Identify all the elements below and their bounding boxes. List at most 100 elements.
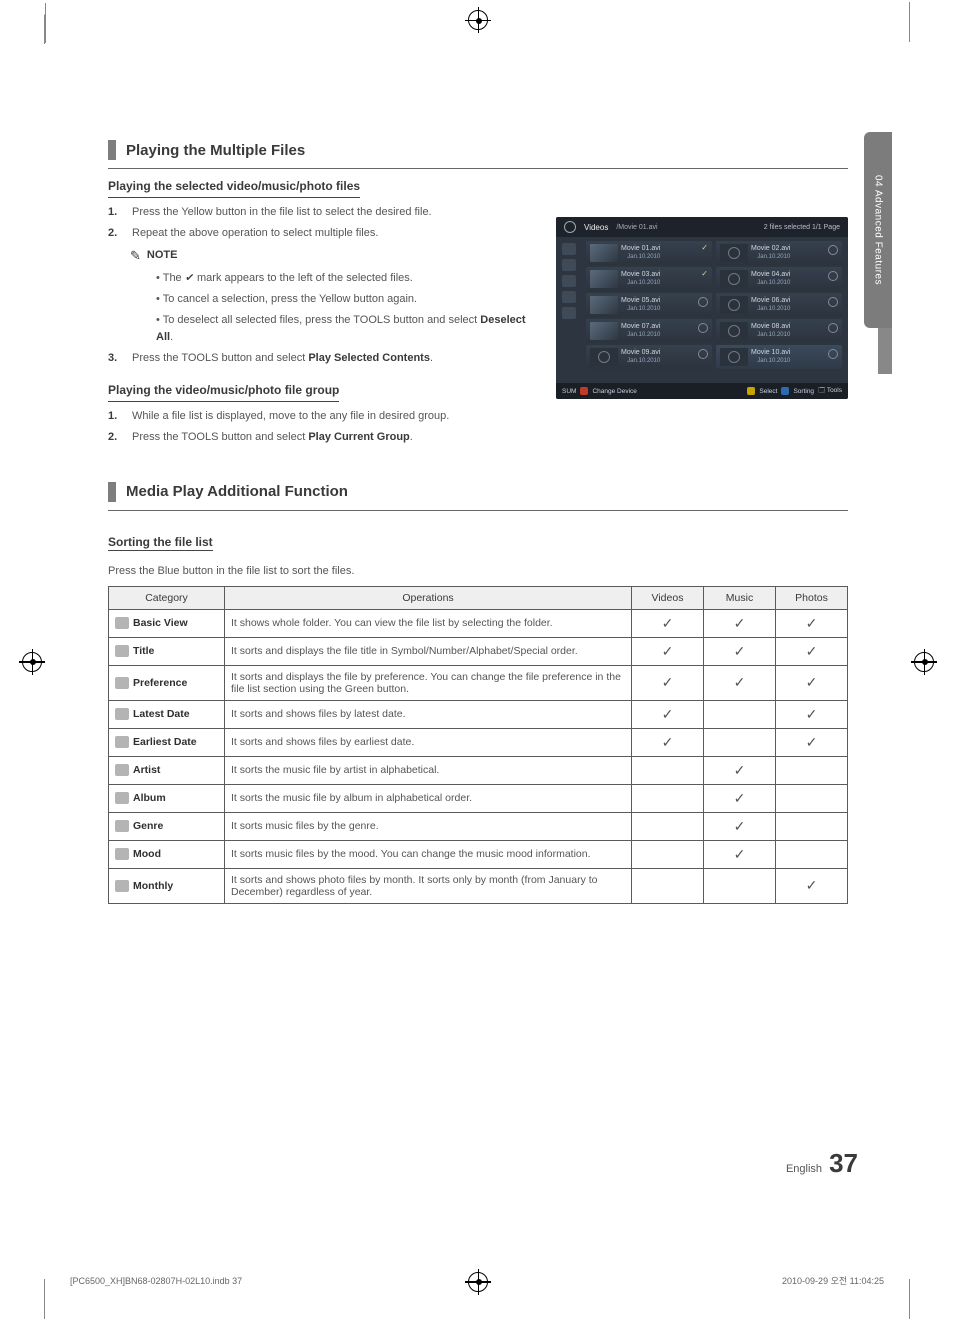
sidebar-icon (562, 275, 576, 287)
check-cell: ✓ (776, 728, 848, 756)
note-row: ✎ NOTE (130, 246, 528, 266)
file-info: Movie 09.avi Jan.10.2010 (621, 349, 660, 365)
category-cell: Genre (109, 812, 225, 840)
category-cell: Preference (109, 665, 225, 700)
file-date: Jan.10.2010 (627, 280, 660, 287)
category-icon (115, 880, 129, 892)
section-heading: Media Play Additional Function (108, 482, 848, 502)
sort-table: Category Operations Videos Music Photos … (108, 586, 848, 904)
operation-cell: It sorts the music file by album in alph… (225, 784, 632, 812)
check-cell: ✓ (632, 637, 704, 665)
file-info: Movie 03.avi Jan.10.2010 (621, 271, 660, 287)
reel-icon (698, 297, 708, 307)
reel-icon (828, 245, 838, 255)
thumbnail (590, 296, 618, 314)
content-area: Playing the Multiple Files Playing the s… (108, 132, 848, 904)
crop-mark (44, 14, 74, 44)
button-d-icon (781, 387, 789, 395)
reel-icon (828, 323, 838, 333)
empty-cell (632, 868, 704, 903)
videos-icon (564, 221, 576, 233)
empty-cell (632, 784, 704, 812)
operation-cell: It shows whole folder. You can view the … (225, 609, 632, 637)
check-cell: ✓ (704, 784, 776, 812)
file-info: Movie 04.avi Jan.10.2010 (751, 271, 790, 287)
category-cell: Basic View (109, 609, 225, 637)
empty-cell (704, 700, 776, 728)
operation-cell: It sorts and shows files by earliest dat… (225, 728, 632, 756)
col-music: Music (704, 586, 776, 609)
crop-mark (880, 14, 910, 44)
tv-sum-label: SUM (562, 388, 576, 395)
category-label: Earliest Date (133, 736, 197, 748)
button-a-icon (580, 387, 588, 395)
list-item: 2.Repeat the above operation to select m… (108, 225, 528, 242)
table-row: Title It sorts and displays the file tit… (109, 637, 848, 665)
print-info-line: [PC6500_XH]BN68-02807H-02L10.indb 37 201… (70, 1274, 884, 1287)
check-cell: ✓ (704, 812, 776, 840)
page: 04 Advanced Features Playing the Multipl… (0, 0, 954, 1321)
category-icon (115, 764, 129, 776)
check-cell: ✓ (776, 868, 848, 903)
sidebar-icon (562, 259, 576, 271)
table-row: Genre It sorts music files by the genre.… (109, 812, 848, 840)
category-label: Album (133, 792, 166, 804)
file-date: Jan.10.2010 (757, 332, 790, 339)
table-row: Latest Date It sorts and shows files by … (109, 700, 848, 728)
list-item: To deselect all selected files, press th… (156, 312, 528, 346)
file-date: Jan.10.2010 (627, 254, 660, 261)
heading-bar-icon (108, 140, 116, 160)
category-icon (115, 708, 129, 720)
step-text: Press the Yellow button in the file list… (132, 204, 432, 221)
check-cell: ✓ (776, 637, 848, 665)
col-videos: Videos (632, 586, 704, 609)
file-name: Movie 04.avi (751, 271, 790, 279)
tv-screenshot: Videos /Movie 01.avi 2 files selected 1/… (556, 217, 848, 399)
operation-cell: It sorts music files by the mood. You ca… (225, 840, 632, 868)
chapter-tab: 04 Advanced Features (864, 132, 892, 328)
registration-mark-icon (468, 10, 486, 28)
col-photos: Photos (776, 586, 848, 609)
ordered-list: 1.Press the Yellow button in the file li… (108, 204, 528, 242)
section-title: Media Play Additional Function (126, 483, 348, 500)
table-header-row: Category Operations Videos Music Photos (109, 586, 848, 609)
category-cell: Title (109, 637, 225, 665)
note-icon: ✎ (130, 246, 141, 266)
list-item: The ✓ mark appears to the left of the se… (156, 270, 528, 287)
check-cell: ✓ (704, 840, 776, 868)
thumbnail (590, 244, 618, 262)
registration-mark-icon (914, 652, 932, 670)
thumbnail (590, 322, 618, 340)
tv-file-cell: Movie 09.avi Jan.10.2010 (586, 345, 712, 369)
sidebar-icon (562, 307, 576, 319)
operation-cell: It sorts and displays the file by prefer… (225, 665, 632, 700)
category-label: Monthly (133, 880, 173, 892)
col-category: Category (109, 586, 225, 609)
category-label: Artist (133, 764, 160, 776)
subheading: Playing the selected video/music/photo f… (108, 177, 360, 198)
reel-icon (828, 271, 838, 281)
sidebar-icon (562, 243, 576, 255)
check-cell: ✓ (776, 665, 848, 700)
file-date: Jan.10.2010 (757, 358, 790, 365)
tv-selection-info: 2 files selected 1/1 Page (764, 224, 840, 231)
operation-cell: It sorts and shows photo files by month.… (225, 868, 632, 903)
file-info: Movie 08.avi Jan.10.2010 (751, 323, 790, 339)
list-item: 1.Press the Yellow button in the file li… (108, 204, 528, 221)
category-cell: Mood (109, 840, 225, 868)
category-icon (115, 677, 129, 689)
note-list: The ✓ mark appears to the left of the se… (108, 270, 528, 346)
category-icon (115, 820, 129, 832)
chapter-tab-label: 04 Advanced Features (873, 175, 884, 285)
ordered-list: 1.While a file list is displayed, move t… (108, 408, 528, 446)
tv-sidebar (562, 241, 582, 369)
file-info: Movie 07.avi Jan.10.2010 (621, 323, 660, 339)
check-cell: ✓ (632, 609, 704, 637)
empty-cell (632, 812, 704, 840)
file-date: Jan.10.2010 (627, 332, 660, 339)
check-cell: ✓ (632, 728, 704, 756)
file-date: Jan.10.2010 (627, 358, 660, 365)
tv-file-cell: Movie 10.avi Jan.10.2010 (716, 345, 842, 369)
check-cell: ✓ (704, 665, 776, 700)
footer-language: English (786, 1163, 822, 1175)
